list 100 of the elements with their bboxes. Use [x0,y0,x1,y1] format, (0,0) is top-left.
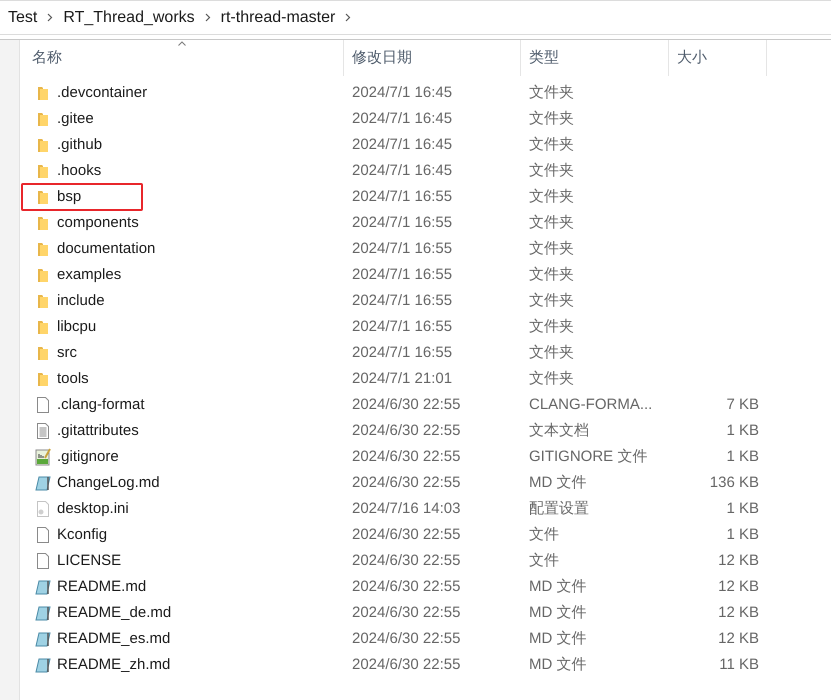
chart-file-icon [35,448,51,466]
folder-icon [35,292,51,310]
file-row[interactable]: README_zh.md 2024/6/30 22:55 MD 文件 11 KB [20,652,831,678]
file-size: 12 KB [718,628,759,649]
modified-date: 2024/7/1 16:55 [351,212,454,233]
file-size: 1 KB [726,498,759,519]
file-name: .hooks [57,160,102,181]
modified-date: 2024/7/1 16:55 [351,316,454,337]
file-type: 文件夹 [528,108,575,129]
modified-date: 2024/6/30 22:55 [351,576,462,597]
folder-icon [35,84,51,102]
file-row[interactable]: bsp 2024/7/1 16:55 文件夹 [20,184,831,210]
modified-date: 2024/7/1 16:45 [351,134,454,155]
file-row[interactable]: README.md 2024/6/30 22:55 MD 文件 12 KB [20,574,831,600]
file-size: 1 KB [726,420,759,441]
breadcrumb-item[interactable]: RT_Thread_works [63,6,195,30]
chevron-right-icon [204,13,211,22]
file-type: MD 文件 [528,602,588,623]
file-row[interactable]: .gitignore 2024/6/30 22:55 GITIGNORE 文件 1 KB [20,444,831,470]
column-header[interactable]: 名称 [20,40,344,76]
file-row[interactable]: .gitee 2024/7/1 16:45 文件夹 [20,106,831,132]
file-type: 文件夹 [528,290,575,311]
column-header[interactable]: 类型 [521,40,669,76]
notepad-icon [35,604,51,622]
folder-icon [35,240,51,258]
file-type: 文件夹 [528,186,575,207]
modified-date: 2024/6/30 22:55 [351,394,462,415]
modified-date: 2024/7/16 14:03 [351,498,462,519]
folder-icon [35,266,51,284]
file-name: README.md [57,576,146,597]
file-icon [35,552,51,570]
file-size: 12 KB [718,602,759,623]
column-header[interactable]: 大小 [669,40,767,76]
folder-icon [35,370,51,388]
file-size: 7 KB [726,394,759,415]
file-row[interactable]: Kconfig 2024/6/30 22:55 文件 1 KB [20,522,831,548]
sort-caret-icon [177,41,186,46]
file-row[interactable]: desktop.ini 2024/7/16 14:03 配置设置 1 KB [20,496,831,522]
file-row[interactable]: src 2024/7/1 16:55 文件夹 [20,340,831,366]
file-row[interactable]: include 2024/7/1 16:55 文件夹 [20,288,831,314]
file-size: 12 KB [718,550,759,571]
file-type: 文件夹 [528,134,575,155]
file-name: libcpu [57,316,96,337]
file-type: 文件夹 [528,82,575,103]
file-name: Kconfig [57,524,108,545]
file-name: .clang-format [57,394,145,415]
file-type: 文件 [528,550,560,571]
file-name: .devcontainer [57,82,148,103]
file-row[interactable]: components 2024/7/1 16:55 文件夹 [20,210,831,236]
file-row[interactable]: libcpu 2024/7/1 16:55 文件夹 [20,314,831,340]
modified-date: 2024/7/1 16:45 [351,82,454,103]
folder-icon [35,110,51,128]
modified-date: 2024/6/30 22:55 [351,524,462,545]
modified-date: 2024/6/30 22:55 [351,420,462,441]
file-name: include [57,290,105,311]
file-row[interactable]: documentation 2024/7/1 16:55 文件夹 [20,236,831,262]
column-header[interactable]: 修改日期 [344,40,521,76]
folder-icon [35,344,51,362]
file-type: 文件 [528,524,560,545]
folder-icon [35,136,51,154]
file-name: src [57,342,77,363]
file-type: 文件夹 [528,316,575,337]
file-type: MD 文件 [528,654,588,675]
breadcrumb-item[interactable]: Test [8,6,38,30]
notepad-icon [35,630,51,648]
file-row[interactable]: .clang-format 2024/6/30 22:55 CLANG-FORMA... 7 KB [20,392,831,418]
modified-date: 2024/7/1 16:45 [351,108,454,129]
file-name: .gitee [57,108,94,129]
file-row[interactable]: .hooks 2024/7/1 16:45 文件夹 [20,158,831,184]
modified-date: 2024/6/30 22:55 [351,446,462,467]
file-name: documentation [57,238,156,259]
file-size: 1 KB [726,524,759,545]
breadcrumb-item[interactable]: rt-thread-master [220,6,336,30]
modified-date: 2024/6/30 22:55 [351,602,462,623]
file-name: components [57,212,139,233]
modified-date: 2024/7/1 16:55 [351,264,454,285]
file-row[interactable]: examples 2024/7/1 16:55 文件夹 [20,262,831,288]
file-row[interactable]: tools 2024/7/1 21:01 文件夹 [20,366,831,392]
file-name: tools [57,368,89,389]
file-row[interactable]: .devcontainer 2024/7/1 16:45 文件夹 [20,80,831,106]
file-type: 文件夹 [528,342,575,363]
modified-date: 2024/6/30 22:55 [351,628,462,649]
file-type: 配置设置 [528,498,590,519]
folder-icon [35,214,51,232]
file-name: README_es.md [57,628,170,649]
folder-icon [35,318,51,336]
file-name: .github [57,134,102,155]
file-row[interactable]: .gitattributes 2024/6/30 22:55 文本文档 1 KB [20,418,831,444]
modified-date: 2024/7/1 16:45 [351,160,454,181]
file-row[interactable]: LICENSE 2024/6/30 22:55 文件 12 KB [20,548,831,574]
modified-date: 2024/7/1 16:55 [351,290,454,311]
file-row[interactable]: README_es.md 2024/6/30 22:55 MD 文件 12 KB [20,626,831,652]
file-row[interactable]: README_de.md 2024/6/30 22:55 MD 文件 12 KB [20,600,831,626]
modified-date: 2024/6/30 22:55 [351,654,462,675]
file-row[interactable]: .github 2024/7/1 16:45 文件夹 [20,132,831,158]
notepad-icon [35,656,51,674]
file-name: ChangeLog.md [57,472,160,493]
file-row[interactable]: ChangeLog.md 2024/6/30 22:55 MD 文件 136 KB [20,470,831,496]
notepad-icon [35,578,51,596]
settings-file-icon [35,500,51,518]
